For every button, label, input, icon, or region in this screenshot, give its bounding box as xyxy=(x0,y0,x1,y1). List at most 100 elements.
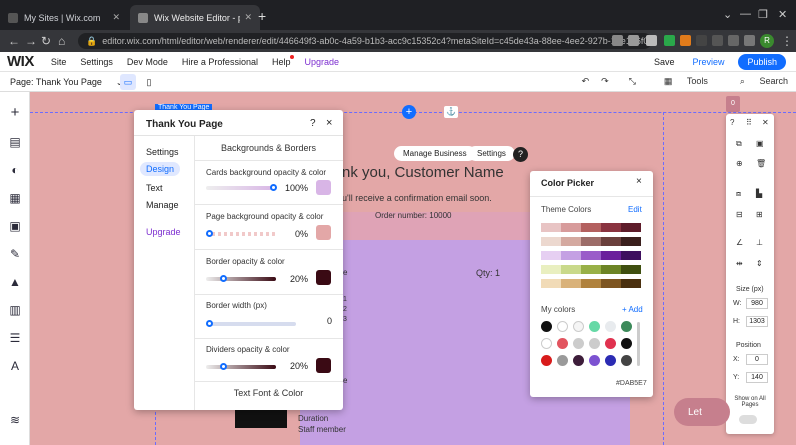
theme-color-swatch[interactable] xyxy=(541,265,561,274)
match-size-icon[interactable]: ⇕ xyxy=(756,259,763,268)
rotate-icon[interactable]: ∠ xyxy=(736,238,743,247)
arrange-icon[interactable]: ⧈ xyxy=(736,189,741,199)
my-color-swatch[interactable] xyxy=(621,355,632,366)
theme-color-swatch[interactable] xyxy=(621,279,641,288)
back-icon[interactable]: ← xyxy=(8,34,20,48)
grammar-icon[interactable] xyxy=(712,35,723,46)
my-business-icon[interactable]: A xyxy=(8,359,22,373)
my-color-swatch[interactable] xyxy=(589,321,600,332)
my-color-swatch[interactable] xyxy=(605,338,616,349)
wix-logo[interactable]: WIX xyxy=(7,53,34,70)
page-selector[interactable]: Page: Thank You Page⌄ xyxy=(10,77,123,87)
panel-menu-upgrade[interactable]: Upgrade xyxy=(140,225,187,239)
drag-handle-icon[interactable]: ⠿ xyxy=(746,118,752,127)
apps-icon[interactable]: ▦ xyxy=(8,191,22,205)
tab-my-sites[interactable]: My Sites | Wix.com ✕ xyxy=(0,5,128,30)
theme-color-swatch[interactable] xyxy=(601,279,621,288)
my-color-swatch[interactable] xyxy=(589,338,600,349)
rss-icon[interactable] xyxy=(680,35,691,46)
canvas-settings-button[interactable]: Settings xyxy=(468,146,515,161)
theme-color-swatch[interactable] xyxy=(581,265,601,274)
my-colors-scrollbar[interactable] xyxy=(637,322,640,366)
my-color-swatch[interactable] xyxy=(605,321,616,332)
close-window-icon[interactable]: ✕ xyxy=(778,8,787,21)
theme-color-swatch[interactable] xyxy=(621,265,641,274)
theme-color-swatch[interactable] xyxy=(601,265,621,274)
blog-icon[interactable]: ✎ xyxy=(8,247,22,261)
sidebar-icon[interactable] xyxy=(744,35,755,46)
theme-color-swatch[interactable] xyxy=(541,251,561,260)
theme-color-swatch[interactable] xyxy=(561,279,581,288)
panel-close-icon[interactable]: × xyxy=(326,117,332,129)
save-button[interactable]: Save xyxy=(654,57,675,67)
home-icon[interactable]: ⌂ xyxy=(58,34,65,48)
paste-icon[interactable]: ▣ xyxy=(756,139,764,148)
search-button[interactable]: ⌕ Search xyxy=(728,76,788,87)
publish-button[interactable]: Publish xyxy=(738,54,786,70)
border-opacity-slider[interactable] xyxy=(206,277,276,281)
theme-color-swatch[interactable] xyxy=(601,251,621,260)
content-manager-icon[interactable]: ☰ xyxy=(8,331,22,345)
theme-color-swatch[interactable] xyxy=(541,237,561,246)
layers-icon[interactable]: ≋ xyxy=(8,413,22,427)
preview-button[interactable]: Preview xyxy=(692,57,724,67)
browser-menu-icon[interactable]: ⋮ xyxy=(781,34,793,48)
address-bar[interactable]: 🔒 editor.wix.com/html/editor/web/rendere… xyxy=(78,33,652,49)
theme-color-swatch[interactable] xyxy=(541,223,561,232)
tab-wix-editor[interactable]: Wix Website Editor - portfoliosite ✕ xyxy=(130,5,260,30)
desktop-view-icon[interactable]: ▭ xyxy=(120,74,136,90)
puzzle-icon[interactable] xyxy=(728,35,739,46)
extension-icon[interactable] xyxy=(696,35,707,46)
panel-help-icon[interactable]: ? xyxy=(310,118,316,129)
theme-color-swatch[interactable] xyxy=(581,223,601,232)
theme-color-swatch[interactable] xyxy=(561,237,581,246)
my-color-swatch[interactable] xyxy=(541,321,552,332)
slider-knob[interactable] xyxy=(270,184,277,191)
y-input[interactable]: 140 xyxy=(746,372,768,383)
theme-color-swatch[interactable] xyxy=(581,237,601,246)
my-color-swatch[interactable] xyxy=(573,321,584,332)
menu-hire-professional[interactable]: Hire a Professional xyxy=(182,57,258,67)
my-color-swatch[interactable] xyxy=(557,321,568,332)
bookmark-star-icon[interactable] xyxy=(646,35,657,46)
theme-color-swatch[interactable] xyxy=(581,251,601,260)
bookings-icon[interactable]: ▥ xyxy=(8,303,22,317)
reload-icon[interactable]: ↻ xyxy=(41,34,51,48)
theme-color-swatch[interactable] xyxy=(561,265,581,274)
my-color-swatch[interactable] xyxy=(557,355,568,366)
minimize-icon[interactable]: — xyxy=(740,8,751,20)
width-input[interactable]: 980 xyxy=(746,298,768,309)
theme-color-swatch[interactable] xyxy=(581,279,601,288)
hex-value[interactable]: #DAB5E7 xyxy=(616,380,647,387)
delete-icon[interactable]: 🗑 xyxy=(756,159,766,168)
canvas-help-button[interactable]: ? xyxy=(513,147,528,162)
panel-menu-settings[interactable]: Settings xyxy=(140,145,185,159)
theme-color-swatch[interactable] xyxy=(621,223,641,232)
dividers-color-swatch[interactable] xyxy=(316,358,331,373)
manage-business-button[interactable]: Manage Business xyxy=(394,146,476,161)
panel-menu-manage[interactable]: Manage xyxy=(140,198,185,212)
dividers-opacity-slider[interactable] xyxy=(206,365,276,369)
my-color-swatch[interactable] xyxy=(573,355,584,366)
tab-close-icon[interactable]: ✕ xyxy=(112,12,120,23)
menu-help[interactable]: Help xyxy=(272,54,295,67)
zoom-out-icon[interactable]: ⤡ xyxy=(629,76,636,87)
cards-bg-color-swatch[interactable] xyxy=(316,180,331,195)
flip-icon[interactable]: ⊥ xyxy=(756,238,763,247)
distribute-icon[interactable]: ⊞ xyxy=(756,210,763,219)
undo-icon[interactable]: ↶ xyxy=(582,76,590,87)
menu-upgrade[interactable]: Upgrade xyxy=(304,57,339,67)
my-color-swatch[interactable] xyxy=(541,338,552,349)
my-color-swatch[interactable] xyxy=(573,338,584,349)
design-icon[interactable]: ◐ xyxy=(8,163,22,177)
my-color-swatch[interactable] xyxy=(541,355,552,366)
new-tab-button[interactable]: + xyxy=(258,8,266,24)
copy-icon[interactable]: ⧉ xyxy=(736,139,742,149)
chat-button[interactable]: Let xyxy=(674,398,730,426)
anchor-icon[interactable]: ⚓ xyxy=(444,106,458,118)
window-menu-icon[interactable]: ⌄ xyxy=(723,8,732,21)
duplicate-icon[interactable]: ⊕ xyxy=(736,159,743,168)
border-color-swatch[interactable] xyxy=(316,270,331,285)
tools-button[interactable]: ▦ Tools xyxy=(652,76,708,87)
cart-icon[interactable]: 0 xyxy=(726,96,740,112)
